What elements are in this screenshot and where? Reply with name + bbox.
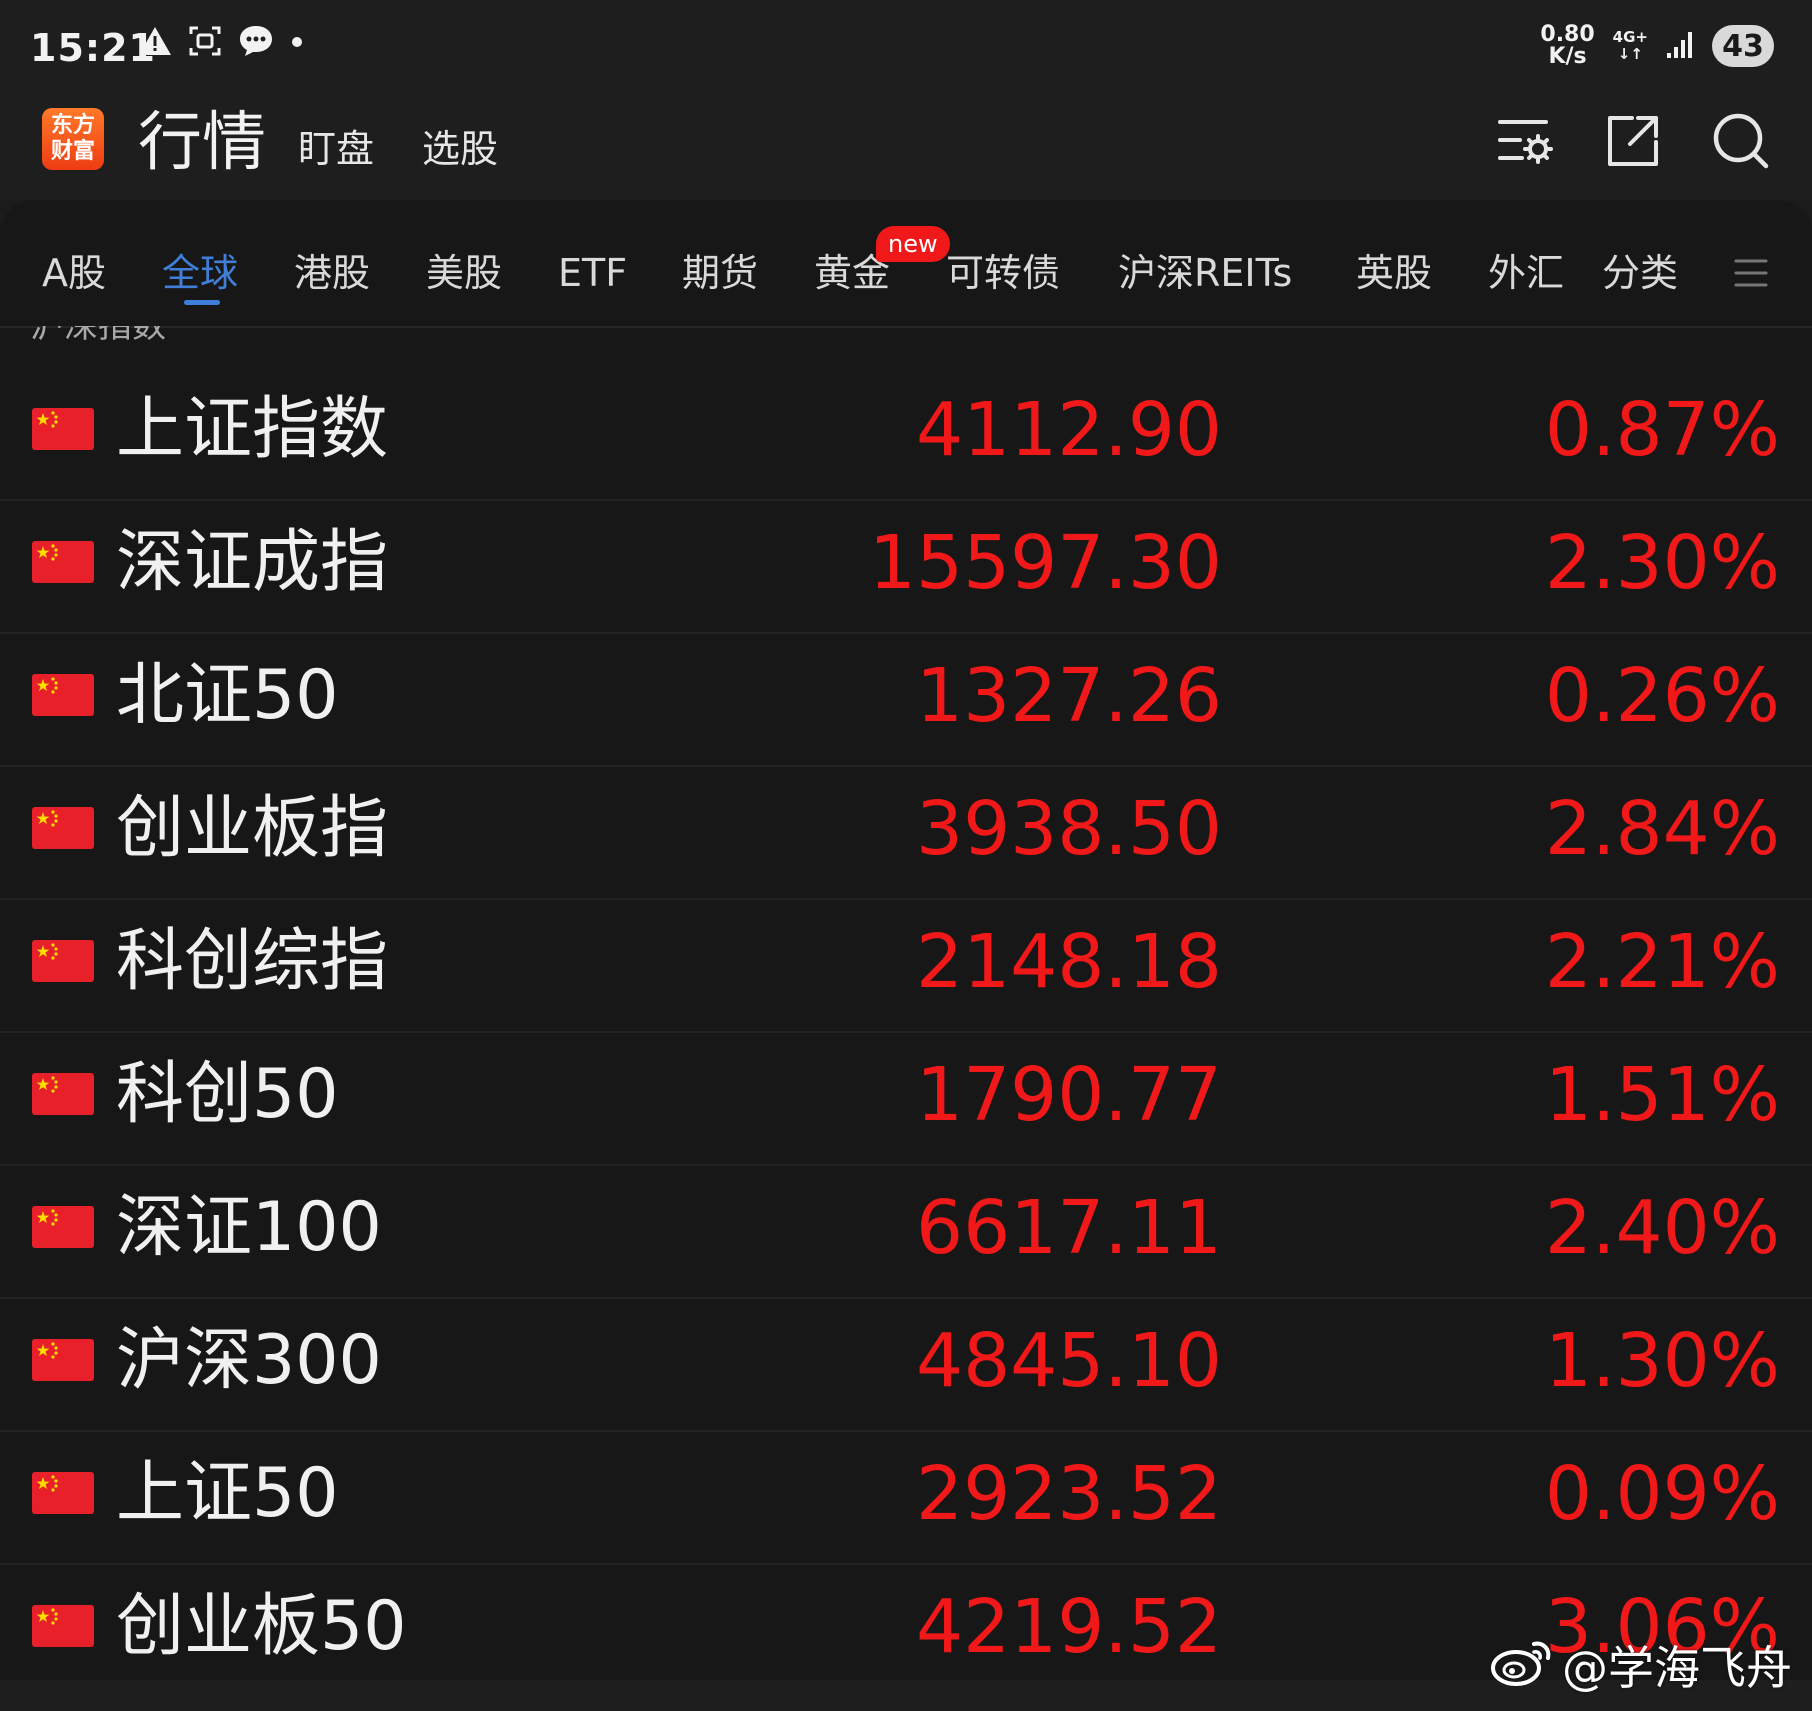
index-price: 2148.18 [915, 919, 1222, 1005]
index-change-percent: 2.84% [1544, 786, 1780, 872]
index-name: 沪深300 [116, 1321, 382, 1400]
china-flag-icon [32, 807, 94, 849]
index-price: 1790.77 [915, 1052, 1222, 1138]
market-panel: A股 全球 港股 美股 ETF 期货 黄金 new 可转债 沪深REITs 英股… [0, 200, 1812, 1698]
search-icon[interactable] [1712, 112, 1770, 170]
index-row[interactable]: 北证50 1327.26 0.26% [0, 634, 1812, 767]
app-header: 东方 财富 行情 盯盘 选股 [0, 100, 1812, 200]
tab-uk-stocks[interactable]: 英股 [1356, 250, 1432, 296]
index-row[interactable]: 上证50 2923.52 0.09% [0, 1432, 1812, 1565]
index-name: 创业板50 [116, 1587, 407, 1666]
index-name: 创业板指 [116, 789, 389, 868]
china-flag-icon [32, 674, 94, 716]
active-tab-indicator [184, 300, 220, 305]
tab-etf[interactable]: ETF [558, 250, 627, 296]
network-speed-value: 0.80 [1540, 22, 1595, 47]
index-row[interactable]: 科创50 1790.77 1.51% [0, 1033, 1812, 1166]
index-row[interactable]: 深证成指 15597.30 2.30% [0, 501, 1812, 634]
index-name: 北证50 [116, 656, 339, 735]
index-change-percent: 2.40% [1544, 1185, 1780, 1271]
battery-indicator: 43 [1712, 25, 1774, 67]
network-speed: 0.80 K/s [1540, 24, 1594, 68]
network-speed-unit: K/s [1548, 44, 1587, 69]
section-label: 沪深指数 [30, 326, 166, 342]
index-price: 4112.90 [915, 387, 1222, 473]
index-change-percent: 2.21% [1544, 919, 1780, 1005]
tab-hk-stocks[interactable]: 港股 [294, 250, 370, 296]
status-system-icons: 0.80 K/s 4G+ ↓↑ 43 [1540, 24, 1774, 68]
index-list: 上证指数 4112.90 0.87% 深证成指 15597.30 2.30% 北证50 132… [0, 368, 1812, 1698]
index-name: 上证50 [116, 1454, 339, 1533]
list-settings-icon[interactable] [1496, 114, 1554, 168]
screenshot-icon [188, 24, 222, 62]
china-flag-icon [32, 1206, 94, 1248]
tab-convertible-bonds[interactable]: 可转债 [946, 250, 1060, 296]
index-name: 深证100 [116, 1188, 382, 1267]
china-flag-icon [32, 1605, 94, 1647]
new-badge: new [876, 226, 950, 262]
index-name: 上证指数 [116, 390, 389, 469]
header-link-stock-picker[interactable]: 选股 [422, 126, 498, 172]
index-row[interactable]: 深证100 6617.11 2.40% [0, 1166, 1812, 1299]
watermark: @学海飞舟 [1490, 1634, 1792, 1702]
signal-icon [1666, 29, 1694, 63]
tab-categories[interactable]: 分类 [1602, 250, 1678, 296]
index-change-percent: 0.26% [1544, 653, 1780, 739]
index-price: 2923.52 [915, 1451, 1222, 1537]
network-type-label: 4G+ [1612, 28, 1648, 46]
index-change-percent: 1.51% [1544, 1052, 1780, 1138]
index-change-percent: 0.09% [1544, 1451, 1780, 1537]
warning-icon [138, 25, 172, 61]
tab-futures[interactable]: 期货 [682, 250, 758, 296]
index-price: 3938.50 [915, 786, 1222, 872]
index-price: 6617.11 [915, 1185, 1222, 1271]
menu-icon[interactable] [1734, 258, 1768, 292]
china-flag-icon [32, 1339, 94, 1381]
header-actions [1496, 112, 1770, 170]
index-price: 4845.10 [915, 1318, 1222, 1404]
app-logo: 东方 财富 [42, 108, 104, 170]
header-link-watchlist[interactable]: 盯盘 [298, 126, 374, 172]
share-icon[interactable] [1606, 114, 1660, 168]
page-title: 行情 [138, 106, 266, 180]
index-change-percent: 1.30% [1544, 1318, 1780, 1404]
tab-us-stocks[interactable]: 美股 [426, 250, 502, 296]
china-flag-icon [32, 940, 94, 982]
index-price: 15597.30 [868, 520, 1222, 606]
index-row[interactable]: 上证指数 4112.90 0.87% [0, 368, 1812, 501]
index-price: 1327.26 [915, 653, 1222, 739]
chat-bubble-icon [238, 24, 274, 62]
network-type: 4G+ ↓↑ [1613, 29, 1648, 63]
tab-forex[interactable]: 外汇 [1488, 250, 1564, 296]
tab-global[interactable]: 全球 [162, 250, 238, 296]
index-change-percent: 2.30% [1544, 520, 1780, 606]
china-flag-icon [32, 1472, 94, 1514]
index-row[interactable]: 科创综指 2148.18 2.21% [0, 900, 1812, 1033]
network-arrows: ↓↑ [1617, 45, 1643, 63]
index-row[interactable]: 沪深300 4845.10 1.30% [0, 1299, 1812, 1432]
index-price: 4219.52 [915, 1584, 1222, 1670]
tab-a-shares[interactable]: A股 [42, 250, 106, 296]
china-flag-icon [32, 1073, 94, 1115]
dot-icon [290, 34, 304, 53]
market-tabs: A股 全球 港股 美股 ETF 期货 黄金 new 可转债 沪深REITs 英股… [0, 200, 1812, 328]
index-change-percent: 0.87% [1544, 387, 1780, 473]
status-bar: 15:21 0.80 K/s 4G+ ↓↑ 43 [0, 0, 1812, 100]
index-name: 科创50 [116, 1055, 339, 1134]
index-name: 科创综指 [116, 922, 389, 1001]
watermark-text: @学海飞舟 [1562, 1641, 1792, 1695]
tab-reits[interactable]: 沪深REITs [1118, 250, 1292, 296]
china-flag-icon [32, 541, 94, 583]
index-row[interactable]: 创业板指 3938.50 2.84% [0, 767, 1812, 900]
status-notification-icons [138, 24, 304, 62]
index-name: 深证成指 [116, 523, 389, 602]
weibo-logo-icon [1490, 1634, 1556, 1702]
china-flag-icon [32, 408, 94, 450]
